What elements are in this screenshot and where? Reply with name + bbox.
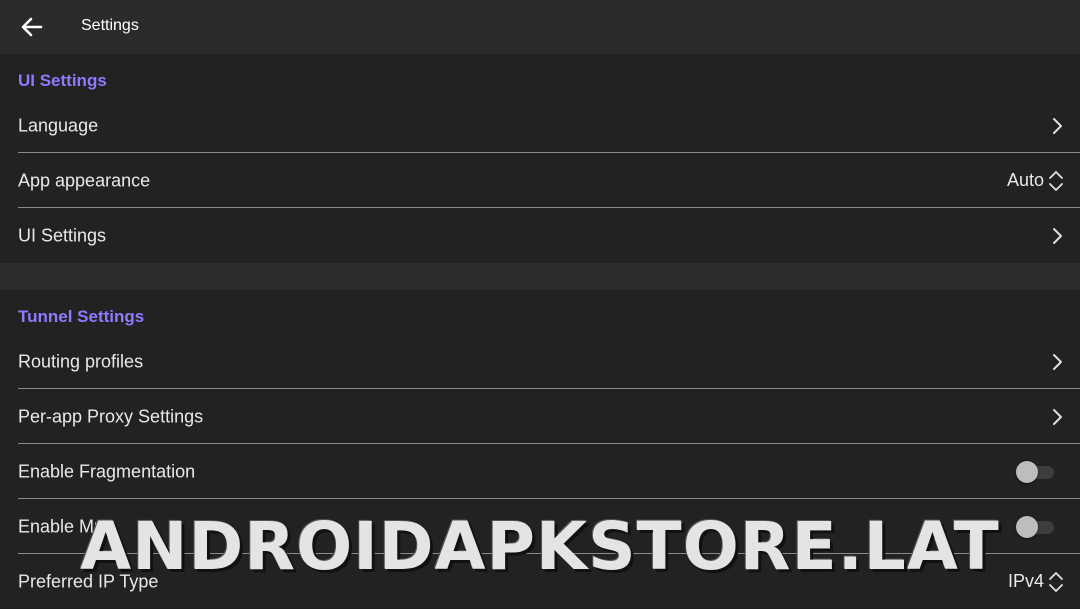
fragmentation-toggle[interactable] [1016, 460, 1058, 484]
section-header-tunnel-settings: Tunnel Settings [18, 307, 145, 326]
setting-row-app-appearance[interactable]: App appearance Auto [0, 153, 1080, 208]
setting-label: Enable Fragmentation [18, 461, 196, 481]
arrow-left-icon [21, 17, 43, 37]
chevron-right-icon [1053, 353, 1062, 370]
section-header-ui-settings: UI Settings [18, 71, 107, 90]
setting-label: UI Settings [18, 225, 107, 245]
setting-row-ui-settings[interactable]: UI Settings [0, 208, 1080, 263]
toggle-thumb [1016, 460, 1038, 483]
chevron-right-icon [1053, 408, 1062, 425]
select-value: IPv4 [1007, 571, 1044, 591]
mux-toggle[interactable] [1016, 515, 1058, 539]
setting-label: Enable Mux [18, 516, 114, 536]
setting-label: Per-app Proxy Settings [18, 406, 204, 426]
setting-label: Preferred IP Type [18, 571, 159, 591]
setting-row-language[interactable]: Language [0, 98, 1080, 153]
select-value: Auto [1006, 170, 1044, 190]
app-appearance-select[interactable]: Auto [1007, 169, 1064, 193]
setting-label: Routing profiles [18, 351, 144, 371]
chevron-up-down-icon [1049, 571, 1063, 592]
app-bar: Settings [0, 0, 1080, 54]
chevron-up-down-icon [1049, 170, 1063, 191]
chevron-right-icon [1053, 227, 1062, 244]
setting-row-enable-mux[interactable]: Enable Mux [0, 499, 1080, 554]
setting-label: App appearance [18, 170, 151, 190]
page-title: Settings [81, 17, 139, 34]
ui-settings-section: UI Settings Language App appearance Auto… [0, 54, 1080, 263]
section-gap [0, 263, 1080, 290]
toggle-thumb [1016, 515, 1038, 538]
setting-row-per-app-proxy[interactable]: Per-app Proxy Settings [0, 389, 1080, 444]
back-button[interactable] [14, 10, 50, 44]
tunnel-settings-section: Tunnel Settings Routing profiles Per-app… [0, 290, 1080, 608]
setting-row-enable-fragmentation[interactable]: Enable Fragmentation [0, 444, 1080, 499]
setting-label: Language [18, 115, 99, 135]
setting-row-preferred-ip-type[interactable]: Preferred IP Type IPv4 [0, 554, 1080, 609]
preferred-ip-type-select[interactable]: IPv4 [1008, 570, 1064, 594]
chevron-right-icon [1053, 117, 1062, 134]
setting-row-routing-profiles[interactable]: Routing profiles [0, 334, 1080, 389]
